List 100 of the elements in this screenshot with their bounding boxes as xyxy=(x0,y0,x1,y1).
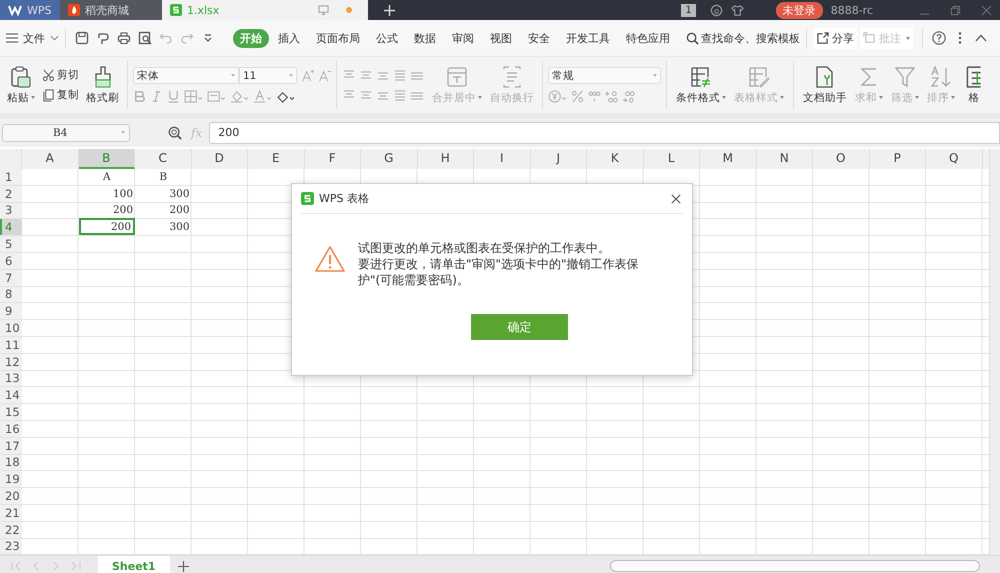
help-icon[interactable] xyxy=(932,31,946,45)
column-header[interactable]: F xyxy=(304,149,361,169)
row-header[interactable]: 18 xyxy=(0,454,22,470)
save-icon[interactable] xyxy=(75,31,89,45)
column-header[interactable]: C xyxy=(135,149,192,169)
italic-icon[interactable] xyxy=(150,90,163,103)
increase-decimal-icon[interactable] xyxy=(605,90,618,103)
column-header[interactable]: E xyxy=(248,149,304,169)
format-button[interactable]: 格 xyxy=(959,57,989,113)
row-header[interactable]: 9 xyxy=(0,303,22,320)
number-format-field[interactable]: 常规 xyxy=(548,67,661,84)
alignment-icon[interactable] xyxy=(393,69,407,81)
conditional-button[interactable]: 条件格式 xyxy=(672,57,730,113)
row-header[interactable]: 16 xyxy=(0,420,22,437)
row-header[interactable]: 2 xyxy=(0,186,22,202)
export-icon[interactable] xyxy=(96,31,110,45)
format-painter-button[interactable]: 格式刷 xyxy=(83,66,122,104)
ribbon-tab[interactable]: 审阅 xyxy=(445,28,481,48)
user-name[interactable]: 8888-rc xyxy=(830,4,873,16)
cell-style-icon[interactable] xyxy=(207,90,226,103)
row-header[interactable]: 3 xyxy=(0,202,22,218)
row-header[interactable]: 23 xyxy=(0,538,22,554)
redo-icon[interactable] xyxy=(180,31,194,45)
column-header[interactable]: M xyxy=(700,149,756,169)
bold-icon[interactable] xyxy=(133,90,146,103)
row-header[interactable]: 19 xyxy=(0,471,22,488)
ribbon-tab[interactable]: 公式 xyxy=(369,28,405,48)
column-header[interactable]: D xyxy=(192,149,248,169)
column-header[interactable]: I xyxy=(474,149,530,169)
app-tab[interactable]: WPS xyxy=(0,0,60,20)
column-header[interactable]: H xyxy=(418,149,474,169)
row-header[interactable]: 11 xyxy=(0,336,22,353)
font-grow-icon[interactable] xyxy=(301,69,314,82)
shirt-icon[interactable] xyxy=(730,4,744,16)
ribbon-tab[interactable]: 开发工具 xyxy=(559,28,617,48)
alignment-icon[interactable] xyxy=(359,69,373,81)
font-name-field[interactable]: 宋体 xyxy=(133,67,239,84)
name-box[interactable]: B4 xyxy=(2,124,130,142)
row-header[interactable]: 14 xyxy=(0,387,22,404)
column-header[interactable]: O xyxy=(813,149,870,169)
close-icon[interactable] xyxy=(671,194,681,204)
column-header[interactable]: K xyxy=(587,149,644,169)
currency-icon[interactable] xyxy=(548,90,567,103)
decrease-decimal-icon[interactable] xyxy=(622,90,635,103)
row-header[interactable]: 15 xyxy=(0,404,22,420)
font-shrink-icon[interactable] xyxy=(318,69,331,82)
alignment-icon[interactable] xyxy=(359,89,373,101)
assistant-button[interactable]: 文档助手 xyxy=(799,57,851,113)
monitor-icon[interactable] xyxy=(318,5,329,15)
underline-icon[interactable] xyxy=(167,90,180,103)
column-header[interactable]: Q xyxy=(926,149,982,169)
undo-icon[interactable] xyxy=(159,31,173,45)
new-tab-icon[interactable] xyxy=(384,4,395,16)
sheet-tab[interactable]: Sheet1 xyxy=(98,556,170,573)
row-header[interactable]: 17 xyxy=(0,438,22,454)
command-search[interactable]: 查找命令、搜索模板 xyxy=(686,30,800,46)
add-sheet-icon[interactable] xyxy=(178,560,189,572)
print-icon[interactable] xyxy=(117,31,131,45)
paste-button[interactable]: 粘贴 xyxy=(4,66,38,104)
row-header[interactable]: 7 xyxy=(0,270,22,286)
restore-icon[interactable] xyxy=(950,4,961,16)
zoom-icon[interactable] xyxy=(168,126,182,140)
ribbon-tab[interactable]: 页面布局 xyxy=(309,28,367,48)
copy-button[interactable]: 复制 xyxy=(42,88,79,102)
row-header[interactable]: 13 xyxy=(0,370,22,386)
print-preview-icon[interactable] xyxy=(138,31,152,45)
app-tab[interactable]: 稻壳商城 xyxy=(60,0,162,20)
borders-icon[interactable] xyxy=(184,90,203,103)
column-header[interactable]: P xyxy=(870,149,926,169)
ribbon-tab[interactable]: 安全 xyxy=(521,28,557,48)
ribbon-tab[interactable]: 视图 xyxy=(483,28,519,48)
row-header[interactable]: 12 xyxy=(0,354,22,370)
column-header[interactable]: G xyxy=(361,149,418,169)
thousands-separator-icon[interactable] xyxy=(588,90,601,103)
page-count-badge[interactable]: 1 xyxy=(681,4,696,16)
row-header[interactable]: 22 xyxy=(0,522,22,538)
row-header[interactable]: 21 xyxy=(0,504,22,521)
alignment-icon[interactable] xyxy=(393,89,407,101)
row-header[interactable]: 1 xyxy=(0,169,22,185)
row-header[interactable]: 5 xyxy=(0,236,22,252)
close-icon[interactable] xyxy=(981,4,992,16)
fill-color-icon[interactable] xyxy=(230,90,249,103)
ribbon-tab[interactable]: 插入 xyxy=(271,28,307,48)
ribbon-tab[interactable]: 数据 xyxy=(407,28,443,48)
font-size-field[interactable]: 11 xyxy=(239,67,297,84)
eraser-icon[interactable] xyxy=(276,90,295,103)
column-header[interactable]: N xyxy=(756,149,813,169)
login-button[interactable]: 未登录 xyxy=(776,2,823,18)
vertical-scrollbar[interactable] xyxy=(989,149,1000,555)
row-header[interactable]: 6 xyxy=(0,252,22,269)
skin-icon[interactable] xyxy=(710,4,723,16)
row-header[interactable]: 10 xyxy=(0,320,22,336)
row-header[interactable]: 20 xyxy=(0,488,22,504)
formula-field[interactable]: 200 xyxy=(209,122,1000,144)
column-header[interactable]: L xyxy=(644,149,700,169)
cut-button[interactable]: 剪切 xyxy=(42,68,79,82)
horizontal-scrollbar[interactable] xyxy=(610,560,980,572)
font-color-icon[interactable] xyxy=(253,90,272,103)
share-button[interactable]: 分享 xyxy=(813,28,857,48)
ribbon-tab[interactable]: 特色应用 xyxy=(619,28,677,48)
